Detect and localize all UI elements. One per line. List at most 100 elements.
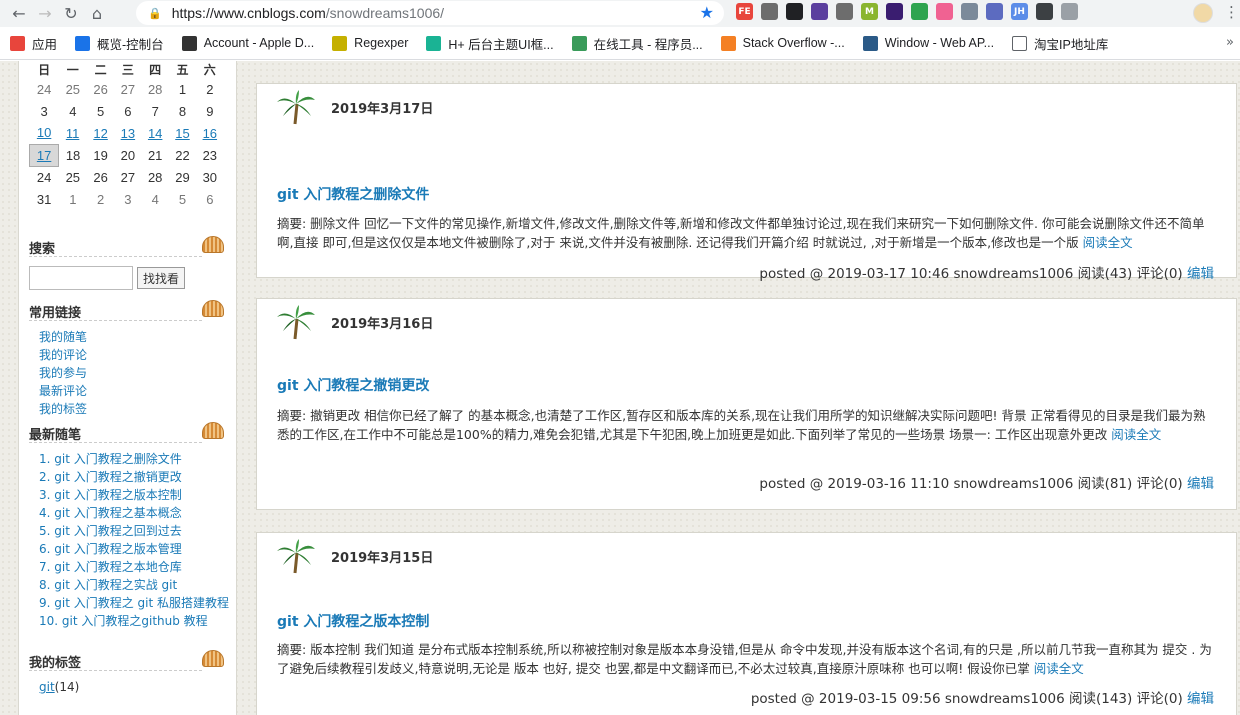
post-title-link[interactable]: git 入门教程之版本控制 [277, 611, 429, 631]
bookmark-item[interactable]: H+ 后台主题UI框... [426, 34, 554, 53]
calendar-day: 3 [40, 103, 48, 119]
calendar-day: 2 [206, 81, 214, 97]
bookmark-star-icon[interactable]: ★ [700, 3, 714, 22]
profile-avatar[interactable] [1193, 3, 1213, 23]
extension-icon[interactable] [936, 3, 953, 20]
bookmark-item[interactable]: 应用 [10, 34, 57, 53]
recent-post-link[interactable]: 9. git 入门教程之 git 私服搭建教程 [39, 594, 236, 612]
extension-icon[interactable] [961, 3, 978, 20]
bookmark-item[interactable]: Account - Apple D... [181, 35, 315, 51]
home-icon[interactable]: ⌂ [84, 2, 110, 26]
palm-tree-icon [277, 90, 315, 125]
post-summary: 摘要: 版本控制 我们知道 是分布式版本控制系统,所以称被控制对象是版本本身没错… [277, 642, 1212, 676]
address-bar[interactable]: 🔒 https://www.cnblogs.com/snowdreams1006… [136, 1, 724, 25]
recent-post-link[interactable]: 8. git 入门教程之实战 git [39, 576, 236, 594]
calendar: 日一二三四五六 24 25 26 27 28 1 2 3 4 5 6 7 8 9 10 11 12 13 14 15 1… [28, 61, 224, 210]
extension-icon[interactable] [836, 3, 853, 20]
calendar-day: 27 [120, 81, 136, 97]
calendar-day: 20 [120, 147, 136, 163]
extension-icon[interactable] [1061, 3, 1078, 20]
post-summary: 摘要: 撤销更改 相信你已经了解了 的基本概念,也清楚了工作区,暂存区和版本库的… [277, 408, 1206, 442]
calendar-day: 8 [178, 103, 187, 119]
recent-post-link[interactable]: 10. git 入门教程之github 教程 [39, 612, 236, 630]
extension-icon[interactable] [811, 3, 828, 20]
bookmark-label: Regexper [354, 36, 409, 50]
bookmark-item[interactable]: 在线工具 - 程序员... [571, 34, 703, 53]
bookmark-item[interactable]: Stack Overflow -... [720, 35, 845, 51]
extension-icon[interactable] [786, 3, 803, 20]
recent-post-link[interactable]: 4. git 入门教程之基本概念 [39, 504, 236, 522]
search-button[interactable]: 找找看 [137, 267, 186, 289]
extension-icon[interactable]: M [861, 3, 878, 20]
bookmark-label: Stack Overflow -... [742, 36, 845, 50]
calendar-day: 1 [178, 81, 187, 97]
calendar-day: 22 [175, 147, 190, 163]
bookmark-item[interactable]: Window - Web AP... [862, 35, 994, 51]
calendar-day[interactable]: 15 [169, 122, 196, 144]
tag-link-git[interactable]: git [39, 680, 55, 694]
calendar-day: 5 [178, 191, 187, 207]
common-link[interactable]: 我的随笔 [39, 328, 236, 346]
calendar-day: 6 [124, 103, 132, 119]
bookmark-item[interactable]: Regexper [332, 35, 409, 51]
edit-link[interactable]: 编辑 [1187, 691, 1214, 707]
palm-tree-icon [277, 305, 315, 340]
common-link[interactable]: 我的标签 [39, 400, 236, 418]
calendar-day: 23 [202, 147, 218, 163]
search-row: 找找看 [29, 266, 236, 290]
extension-icon[interactable] [761, 3, 778, 20]
calendar-day[interactable]: 12 [87, 122, 114, 144]
lock-icon: 🔒 [148, 6, 162, 20]
calendar-day: 28 [147, 81, 163, 97]
calendar-weekday: 四 [149, 63, 162, 77]
common-link[interactable]: 最新评论 [39, 382, 236, 400]
extension-icon[interactable] [986, 3, 1003, 20]
common-link[interactable]: 我的参与 [39, 364, 236, 382]
read-more-link[interactable]: 阅读全文 [1111, 427, 1161, 442]
bookmarks-overflow-icon[interactable]: » [1226, 35, 1234, 50]
read-more-link[interactable]: 阅读全文 [1034, 661, 1084, 676]
search-input[interactable] [29, 266, 133, 290]
post-card: 2019年3月16日 git 入门教程之撤销更改 摘要: 撤销更改 相信你已经了… [256, 298, 1237, 510]
bookmark-label: Account - Apple D... [203, 36, 315, 50]
post-title-link[interactable]: git 入门教程之撤销更改 [277, 375, 429, 395]
calendar-day[interactable]: 14 [142, 122, 169, 144]
menu-dots-icon[interactable]: ⋮ [1224, 3, 1239, 21]
calendar-day[interactable]: 13 [114, 122, 141, 144]
bookmark-item[interactable]: 淘宝IP地址库 [1012, 34, 1108, 53]
calendar-day: 1 [69, 191, 77, 207]
extension-icon[interactable]: FE [736, 3, 753, 20]
forward-arrow-icon[interactable]: → [32, 2, 58, 26]
calendar-day: 31 [36, 191, 52, 207]
recent-post-link[interactable]: 1. git 入门教程之删除文件 [39, 450, 236, 468]
extension-icon[interactable]: JH [1011, 3, 1028, 20]
calendar-day[interactable]: 11 [59, 122, 87, 144]
calendar-day[interactable]: 16 [196, 122, 223, 144]
post-title-link[interactable]: git 入门教程之删除文件 [277, 184, 429, 204]
extension-icon[interactable] [886, 3, 903, 20]
bookmark-item[interactable]: 概览-控制台 [75, 34, 164, 53]
calendar-day: 6 [206, 191, 214, 207]
recent-post-link[interactable]: 2. git 入门教程之撤销更改 [39, 468, 236, 486]
recent-post-link[interactable]: 6. git 入门教程之版本管理 [39, 540, 236, 558]
back-arrow-icon[interactable]: ← [6, 2, 32, 26]
edit-link[interactable]: 编辑 [1187, 266, 1214, 282]
document-icon [1012, 35, 1028, 51]
calendar-day[interactable]: 17 [28, 143, 60, 167]
recent-post-link[interactable]: 3. git 入门教程之版本控制 [39, 486, 236, 504]
read-more-link[interactable]: 阅读全文 [1083, 235, 1133, 250]
post-card: 2019年3月15日 git 入门教程之版本控制 摘要: 版本控制 我们知道 是… [256, 532, 1237, 715]
bookmark-label: 淘宝IP地址库 [1034, 37, 1109, 52]
common-links-list: 我的随笔 我的评论 我的参与 最新评论 我的标签 [29, 328, 236, 418]
calendar-day[interactable]: 10 [30, 122, 59, 144]
recent-post-link[interactable]: 5. git 入门教程之回到过去 [39, 522, 236, 540]
extension-icon[interactable] [911, 3, 928, 20]
recent-post-link[interactable]: 7. git 入门教程之本地仓库 [39, 558, 236, 576]
edit-link[interactable]: 编辑 [1187, 476, 1214, 492]
common-link[interactable]: 我的评论 [39, 346, 236, 364]
reload-icon[interactable]: ↻ [58, 2, 84, 26]
calendar-day: 18 [65, 147, 81, 163]
calendar-day: 3 [124, 191, 132, 207]
extension-icon[interactable] [1036, 3, 1053, 20]
tag-item: git(14) [29, 680, 236, 694]
